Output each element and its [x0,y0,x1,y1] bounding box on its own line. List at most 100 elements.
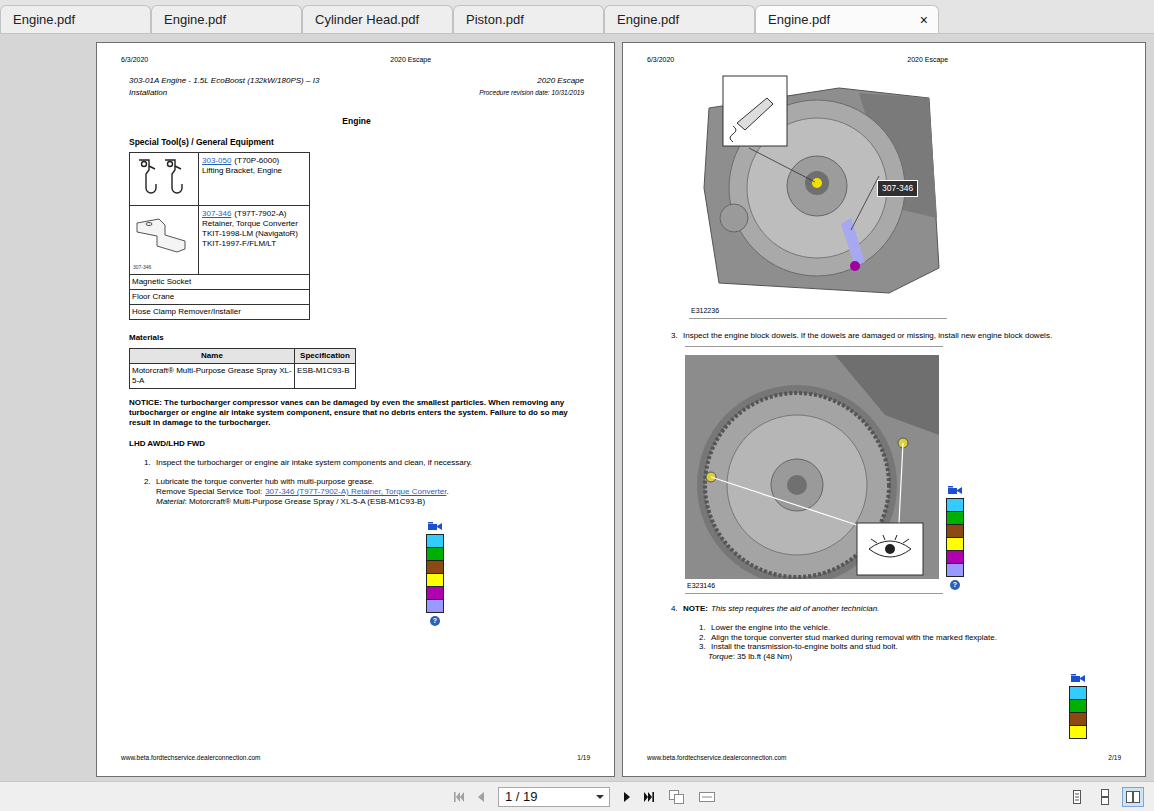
substep-list: 1.Lower the engine into the vehicle.2.Al… [683,623,997,661]
print-date: 6/3/2020 [647,55,674,64]
tools-heading: Special Tool(s) / General Equipment [129,137,584,147]
continuous-view-button[interactable] [1094,787,1116,807]
tool-link[interactable]: 307-346 [202,209,231,218]
video-camera-icon[interactable] [947,485,964,496]
view-modes [1066,787,1154,807]
color-swatch[interactable] [426,560,444,574]
first-arrow-icon [452,790,466,804]
color-swatch[interactable] [426,586,444,600]
procedure-name: 303-01A Engine - 1.5L EcoBoost (132kW/18… [129,75,319,87]
page-header: 6/3/20202020 Escape [121,55,590,64]
next-page-button[interactable] [618,788,636,806]
color-swatch[interactable] [946,498,964,512]
page-body: 307-346E3122363.Inspect the engine block… [647,64,1121,739]
transmission-illustration: 307-346 [689,68,947,304]
media-palette: ? [426,521,444,626]
figure-row: E323146? [671,346,1121,594]
header-model: 2020 Escape [907,55,948,64]
color-swatch[interactable] [1069,699,1087,713]
tool-name: Magnetic Socket [130,275,310,290]
variant-heading: LHD AWD/LHD FWD [129,439,584,449]
material-row: Motorcraft® Multi-Purpose Grease Spray X… [130,364,356,389]
figure-label: E312236 [689,304,947,318]
tool-description: 307-346(T97T-7902-A)Retainer, Torque Con… [199,206,310,275]
header-model: 2020 Escape [390,55,431,64]
procedure-type: Installation [129,87,167,99]
document-view: 6/3/20202020 Escape303-01A Engine - 1.5L… [0,34,1154,781]
materials-table: NameSpecificationMotorcraft® Multi-Purpo… [129,348,356,389]
step: 2.Lubricate the torque converter hub wit… [144,477,584,507]
fit-page-button[interactable] [666,787,688,807]
pdf-viewer: Engine.pdfEngine.pdfCylinder Head.pdfPis… [0,0,1154,811]
color-swatch[interactable] [946,524,964,538]
pdf-page: 6/3/20202020 Escape 303-01A Engine - 1.5L… [96,42,615,777]
tool-link[interactable]: 303-050 [202,156,231,165]
prev-page-button[interactable] [472,788,490,806]
tab-label: Piston.pdf [466,12,593,27]
page-number: 2/19 [1108,753,1121,762]
fit-page-icon [668,789,686,805]
tool-name: Floor Crane [130,290,310,305]
tool-line: TKIT-1998-LM (NavigatoR) [202,229,306,239]
material-cell: Motorcraft® Multi-Purpose Grease Spray X… [130,364,295,389]
fit-width-icon [698,789,716,805]
last-page-button[interactable] [640,788,658,806]
torque-converter-retainer-icon [131,215,195,259]
tool-line: Retainer, Torque Converter [202,219,306,229]
figure-label: E323146 [685,579,943,593]
first-page-button[interactable] [450,788,468,806]
document-tab[interactable]: Engine.pdf [0,5,151,33]
color-swatch[interactable] [1069,686,1087,700]
torque-spec: Torque: 35 lb.ft (48 Nm) [699,652,997,662]
footer-url: www.beta.fordtechservice.dealerconnectio… [647,753,786,762]
document-tab[interactable]: Engine.pdf [604,5,755,33]
page-number-value: 1 / 19 [505,789,538,804]
materials-header-row: NameSpecification [130,349,356,364]
document-tab[interactable]: Engine.pdf× [755,5,939,33]
tool-link[interactable]: 307-346 (T97T-7902-A) Retainer, Torque C… [265,487,446,496]
tab-label: Engine.pdf [13,12,140,27]
tool-code: (T70P-6000) [234,156,279,165]
section-title: Engine [129,116,584,126]
color-swatch[interactable] [946,563,964,577]
document-tab[interactable]: Cylinder Head.pdf [302,5,453,33]
column-header: Name [130,349,295,364]
color-swatch[interactable] [946,511,964,525]
figure: E323146 [685,346,943,594]
color-swatch[interactable] [426,573,444,587]
help-button[interactable]: ? [430,616,440,626]
document-tab[interactable]: Engine.pdf [151,5,302,33]
tool-row: 307-346307-346(T97T-7902-A)Retainer, Tor… [130,206,310,275]
tool-line: TKIT-1997-F/FLM/LT [202,239,306,249]
page-number-field[interactable]: 1 / 19 [498,787,610,807]
color-swatch[interactable] [426,599,444,613]
color-swatch[interactable] [426,547,444,561]
color-swatch[interactable] [1069,725,1087,739]
next-arrow-icon [620,790,634,804]
substep: 2.Align the torque converter stud marked… [699,633,997,643]
close-tab-button[interactable]: × [914,12,928,28]
single-view-button[interactable] [1066,787,1088,807]
color-swatch[interactable] [426,534,444,548]
image-label: 307-346 [133,264,151,270]
video-camera-icon[interactable] [427,521,444,532]
column-header: Specification [295,349,356,364]
color-swatch[interactable] [946,550,964,564]
help-button[interactable]: ? [950,580,960,590]
color-swatch[interactable] [1069,712,1087,726]
media-palette: ? [946,485,964,590]
fit-width-button[interactable] [696,787,718,807]
tool-image: 307-346 [130,206,199,275]
dropdown-arrow-icon[interactable] [596,794,604,800]
revision-date: Procedure revision date: 10/31/2019 [479,87,584,99]
color-swatch[interactable] [946,537,964,551]
materials-heading: Materials [129,333,584,343]
facing-page-icon [1125,789,1141,805]
video-camera-icon[interactable] [1070,673,1087,684]
footer-url: www.beta.fordtechservice.dealerconnectio… [121,753,260,762]
document-tab[interactable]: Piston.pdf [453,5,604,33]
tab-bar: Engine.pdfEngine.pdfCylinder Head.pdfPis… [0,0,1154,34]
tool-row: Magnetic Socket [130,275,310,290]
substep: 1.Lower the engine into the vehicle. [699,623,997,633]
facing-view-button[interactable] [1122,787,1144,807]
